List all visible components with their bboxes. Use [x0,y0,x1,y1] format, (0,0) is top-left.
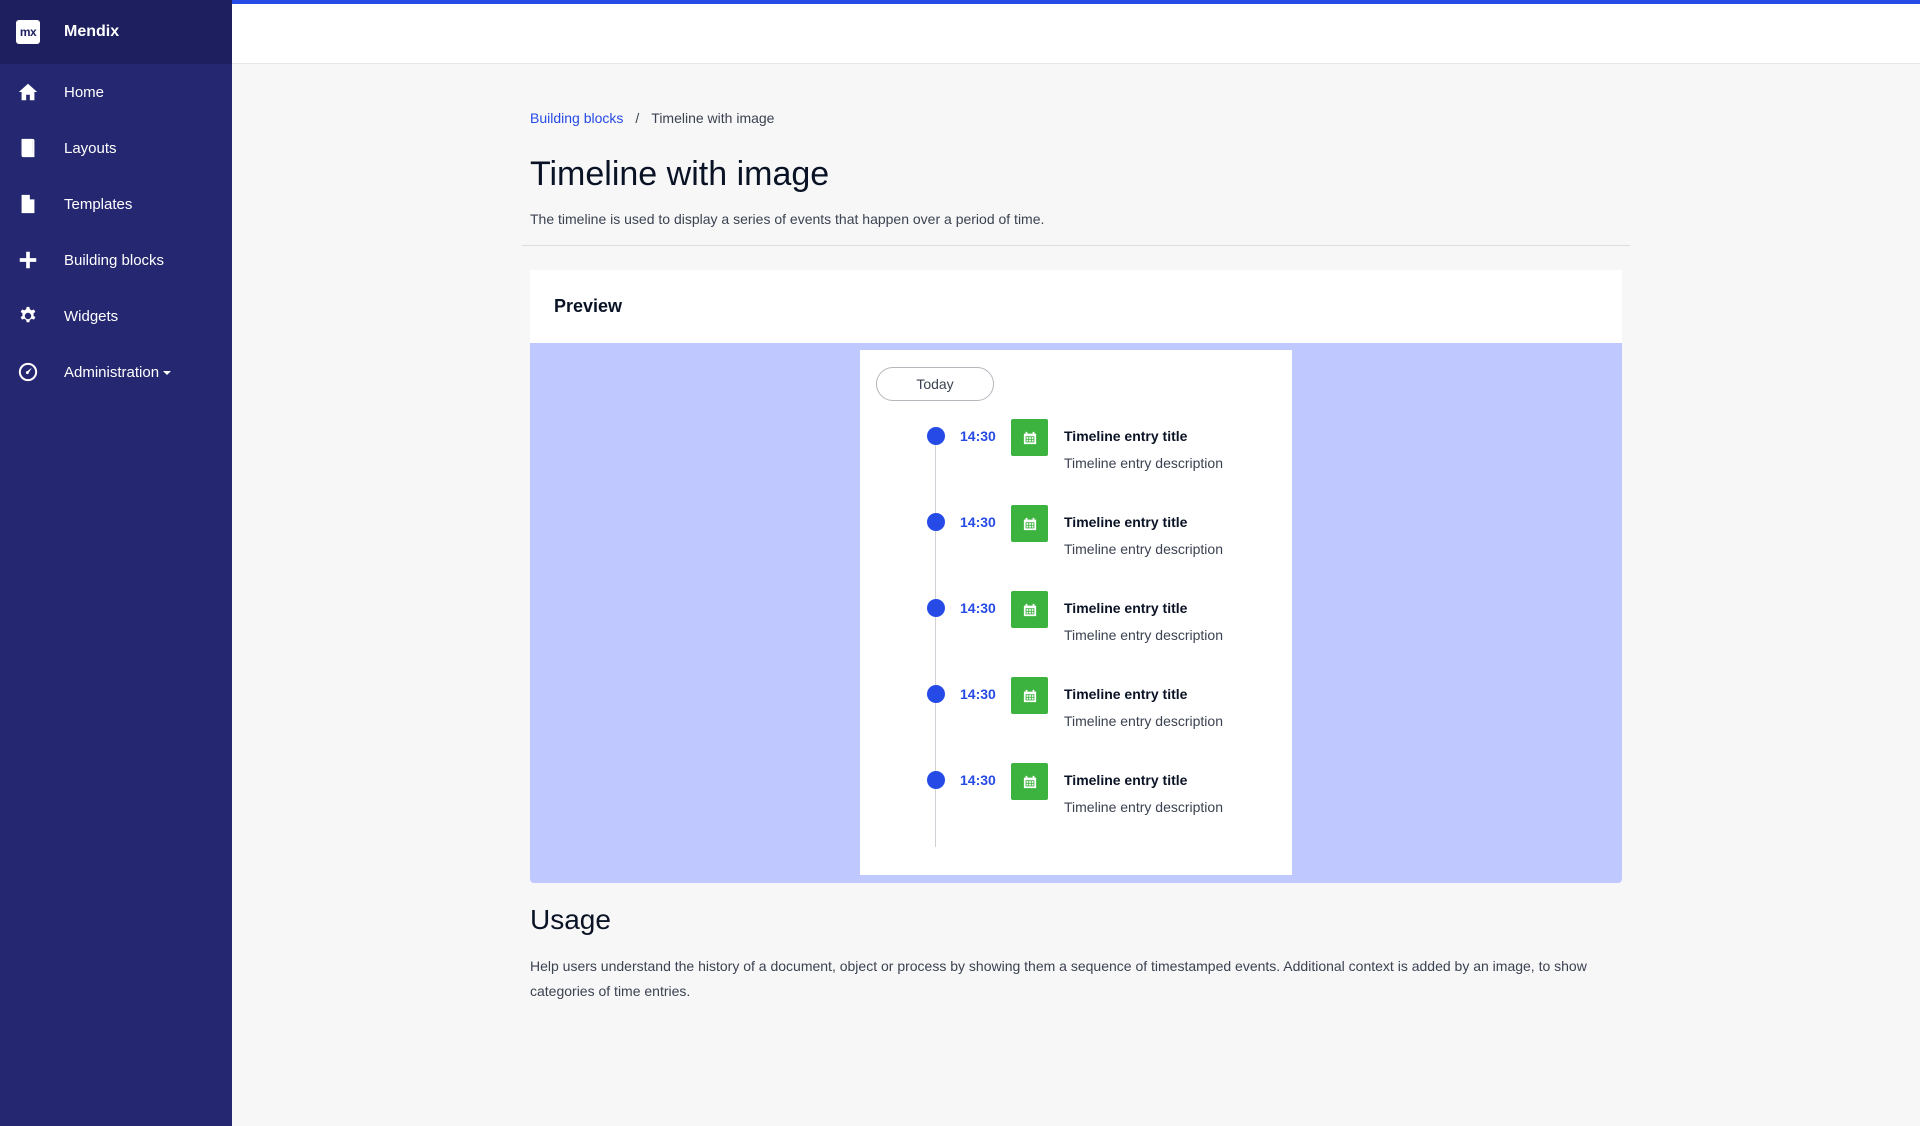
timeline-entry-time: 14:30 [960,772,996,788]
dashboard-icon [16,360,40,384]
brand[interactable]: mx Mendix [0,0,232,64]
calendar-icon [1011,763,1048,800]
timeline-dot [927,599,945,617]
usage-title: Usage [530,904,611,935]
timeline-entry: 14:30 Timeline entry title Timeline entry … [860,505,1292,593]
timeline-entry-description: Timeline entry description [1064,713,1223,729]
timeline-entry: 14:30 Timeline entry title Timeline entry … [860,591,1292,679]
calendar-icon [1011,419,1048,456]
app-name: Mendix [64,23,120,40]
timeline-entry-title: Timeline entry title [1064,772,1188,788]
preview-title: Preview [554,296,623,316]
breadcrumb-link-building-blocks[interactable]: Building blocks [530,110,623,126]
timeline-entry: 14:30 Timeline entry title Timeline entry … [860,677,1292,765]
sidebar-item-label: Administration [64,364,172,381]
timeline-entry-description: Timeline entry description [1064,455,1223,471]
timeline: Today 14:30 Timeline entry title Timeline … [860,350,1292,875]
top-bar [232,0,1920,64]
divider [522,245,1630,246]
timeline-dot [927,427,945,445]
breadcrumb-separator: / [635,110,640,126]
timeline-entry-time: 14:30 [960,600,996,616]
calendar-icon [1011,591,1048,628]
caret-down-icon [163,370,172,375]
today-badge: Today [876,367,994,401]
home-icon [16,80,40,104]
sidebar-item-label: Widgets [64,307,119,325]
timeline-entry-time: 14:30 [960,428,996,444]
sidebar-item-home[interactable]: Home [0,64,232,120]
timeline-dot [927,685,945,703]
timeline-entry-title: Timeline entry title [1064,686,1188,702]
sidebar-nav: Home Layouts Templates Building blocks W… [0,64,232,400]
main-content: Building blocks / Timeline with image Ti… [530,110,1622,227]
timeline-entry: 14:30 Timeline entry title Timeline entry … [860,419,1292,507]
breadcrumb-current: Timeline with image [651,110,775,126]
breadcrumb: Building blocks / Timeline with image [530,110,1622,126]
timeline-dot [927,513,945,531]
sidebar-item-label: Building blocks [64,251,165,269]
gear-icon [16,304,40,328]
sidebar-item-label: Layouts [64,139,117,157]
timeline-entry: 14:30 Timeline entry title Timeline entry … [860,763,1292,851]
timeline-entry-description: Timeline entry description [1064,541,1223,557]
usage-text: Help users understand the history of a d… [530,958,1587,999]
timeline-entry-title: Timeline entry title [1064,600,1188,616]
file-icon [16,192,40,216]
timeline-entry-title: Timeline entry title [1064,514,1188,530]
sidebar: mx Mendix Home Layouts Templates Buildin… [0,0,232,1126]
sidebar-item-widgets[interactable]: Widgets [0,288,232,344]
calendar-icon [1011,505,1048,542]
sidebar-item-administration[interactable]: Administration [0,344,232,400]
layout-icon [16,136,40,160]
sidebar-item-layouts[interactable]: Layouts [0,120,232,176]
timeline-entry-description: Timeline entry description [1064,627,1223,643]
plus-icon [16,248,40,272]
page-description: The timeline is used to display a series… [530,211,1045,228]
timeline-entry-time: 14:30 [960,514,996,530]
preview-card-header: Preview [530,270,1622,343]
calendar-icon [1011,677,1048,714]
sidebar-item-label: Home [64,83,105,101]
timeline-entry-title: Timeline entry title [1064,428,1188,444]
timeline-entry-description: Timeline entry description [1064,799,1223,815]
mendix-logo-icon: mx [16,20,40,44]
sidebar-item-label: Templates [64,195,133,213]
preview-area: Today 14:30 Timeline entry title Timeline … [530,343,1622,883]
timeline-dot [927,771,945,789]
timeline-entry-time: 14:30 [960,686,996,702]
page-title: Timeline with image [530,155,830,193]
sidebar-item-templates[interactable]: Templates [0,176,232,232]
sidebar-item-building-blocks[interactable]: Building blocks [0,232,232,288]
usage-section: Usage Help users understand the history … [530,904,1622,1004]
